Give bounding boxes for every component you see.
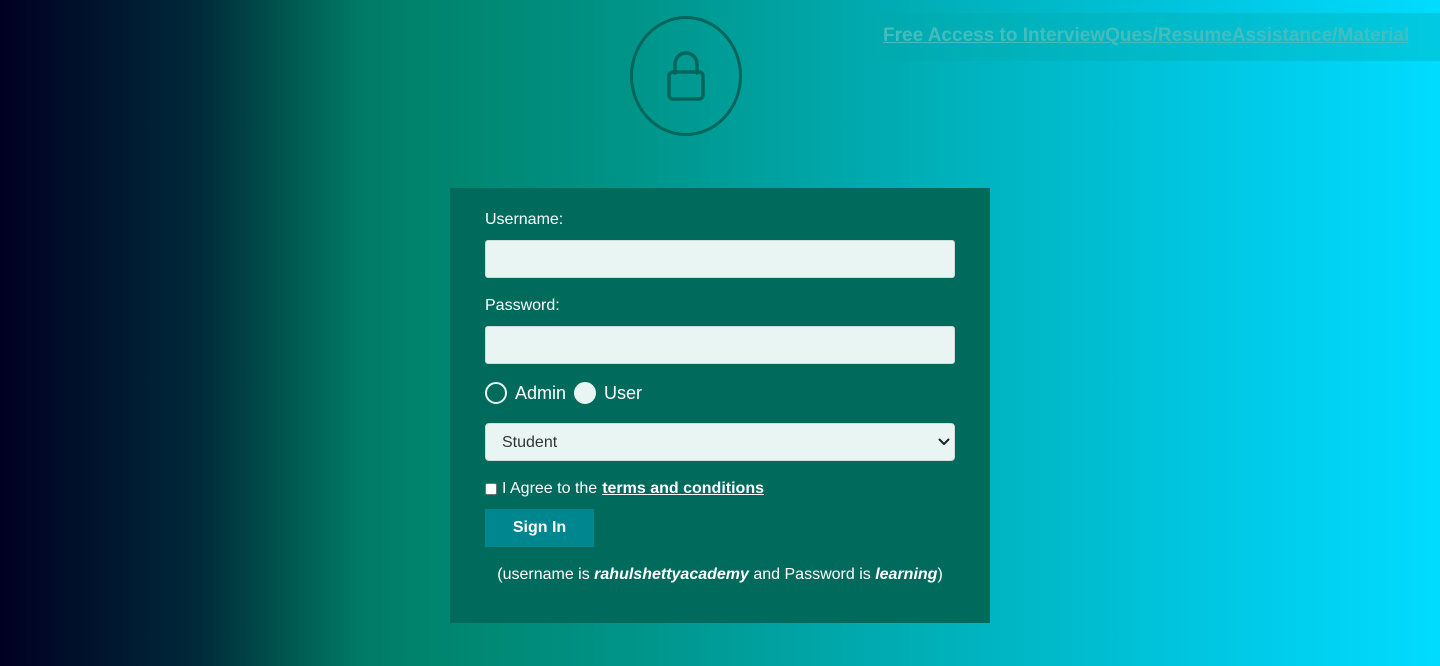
user-radio-label: User: [604, 382, 643, 403]
hint-middle: and Password is: [753, 566, 871, 583]
user-radio[interactable]: [574, 382, 597, 404]
sign-in-button[interactable]: Sign In: [485, 509, 594, 547]
lock-badge: [630, 16, 742, 136]
username-input[interactable]: [485, 240, 955, 278]
hint-username: rahulshettyacademy: [594, 566, 749, 583]
admin-radio[interactable]: [485, 382, 507, 404]
role-radio-group: Admin User: [485, 380, 650, 406]
role-dropdown-value: Student: [502, 434, 558, 451]
role-dropdown[interactable]: Student: [485, 423, 955, 461]
username-label: Username:: [485, 211, 564, 228]
admin-radio-label: Admin: [515, 382, 567, 403]
hint-open: (username is: [497, 566, 590, 583]
chevron-down-icon: [938, 438, 950, 445]
hint-password: learning: [875, 566, 938, 583]
terms-checkbox[interactable]: [485, 483, 497, 495]
top-banner: Free Access to InterviewQues/ResumeAssis…: [873, 13, 1440, 61]
free-access-link[interactable]: Free Access to InterviewQues/ResumeAssis…: [883, 25, 1409, 47]
terms-row: I Agree to the terms and conditions: [485, 480, 764, 498]
terms-link[interactable]: terms and conditions: [602, 480, 764, 498]
lock-icon: [667, 51, 705, 101]
credentials-hint: (username is rahulshettyacademy and Pass…: [450, 566, 990, 584]
login-form: Username: Password: Admin User Student I…: [450, 188, 990, 623]
password-input[interactable]: [485, 326, 955, 364]
hint-close: ): [937, 566, 943, 583]
terms-text: I Agree to the: [502, 480, 598, 497]
password-label: Password:: [485, 297, 560, 314]
